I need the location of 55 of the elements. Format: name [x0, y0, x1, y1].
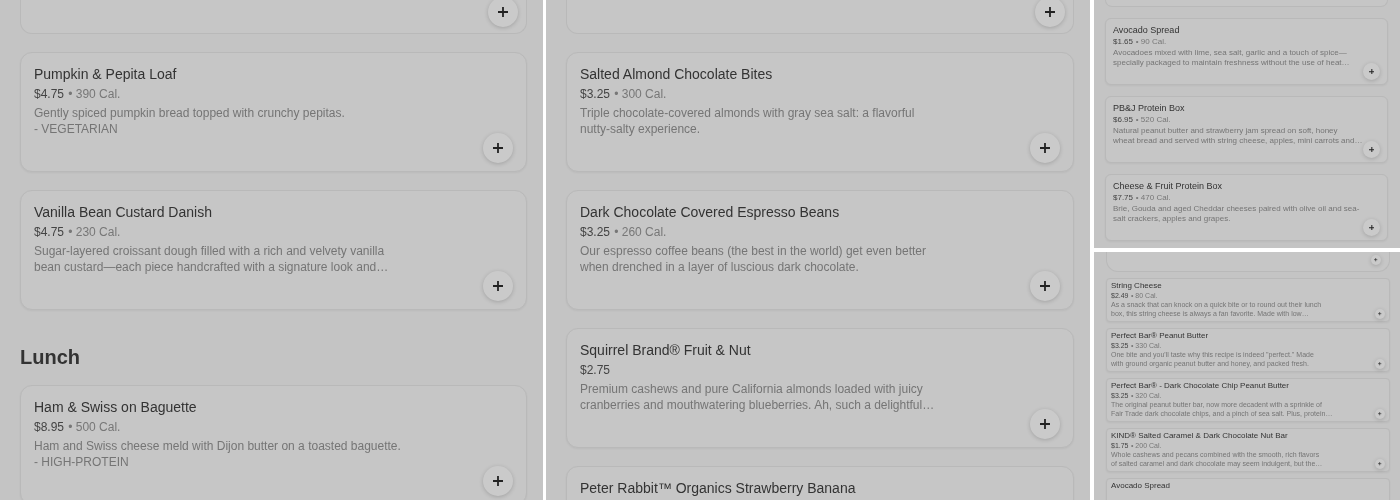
- item-title: Salted Almond Chocolate Bites: [580, 65, 774, 83]
- item-title: PB&J Protein Box: [1113, 102, 1186, 114]
- menu-item-card[interactable]: Dark Chocolate Covered Espresso Beans $3.25 • 260 Cal. Our espresso coffee beans (the best in the world) get even better when drenched in a layer of luscious dark chocolate.: [566, 190, 1074, 310]
- item-description: Natural peanut butter and strawberry jam spread on soft, honey wheat bread and served with string cheese, apples, mini carrots and…: [1113, 126, 1363, 146]
- section-heading: Lunch: [20, 347, 80, 367]
- item-price: $3.25: [580, 224, 611, 240]
- item-title: KIND® Salted Caramel & Dark Chocolate Nut Bar: [1111, 431, 1289, 441]
- item-title: Avocado Spread: [1113, 24, 1181, 36]
- item-calories: • 390 Cal.: [68, 86, 121, 102]
- item-description: Our espresso coffee beans (the best in the world) get even better when drenched in a layer of luscious dark chocolate.: [580, 243, 927, 275]
- menu-item-card[interactable]: PB&J Protein Box $6.95 • 520 Cal. Natural peanut butter and strawberry jam spread on soft, honey wheat bread and served with string cheese, apples, mini carrots and…: [1105, 96, 1388, 163]
- menu-item-card[interactable]: Salted Almond Chocolate Bites $3.25 • 300 Cal. Triple chocolate-covered almonds with gray sea salt: a flavorful nutty-salty experience.: [566, 52, 1074, 172]
- item-description: Ham and Swiss cheese meld with Dijon butter on a toasted baguette.: [34, 438, 402, 454]
- dietary-tag: - HIGH-PROTEIN: [34, 454, 483, 470]
- menu-item-card[interactable]: Squirrel Brand® Fruit & Nut $2.75 Premium cashews and pure California almonds loaded with juicy cranberries and mouthwatering blueberries. Ah, such a delightful…: [566, 328, 1074, 448]
- item-title: Cheese & Fruit Protein Box: [1113, 180, 1224, 192]
- menu-item-card[interactable]: Cheese & Fruit Protein Box $7.75 • 470 Cal. Brie, Gouda and aged Cheddar cheeses paired with olive oil and sea- salt crackers, apples and grapes.: [1105, 174, 1388, 241]
- item-description: Brie, Gouda and aged Cheddar cheeses paired with olive oil and sea- salt crackers, apples and grapes.: [1113, 204, 1361, 224]
- item-calories: • 470 Cal.: [1135, 193, 1171, 203]
- item-price: $2.75: [580, 362, 611, 378]
- item-price: $6.95: [1113, 115, 1134, 125]
- item-title: Perfect Bar® Peanut Butter: [1111, 331, 1210, 341]
- menu-item-card[interactable]: Avocado Spread $1.65 • 90 Cal. Avocadoes mixed with lime, sea salt, garlic and a touch of spice— specially packaged to maintain freshness without the use of heat…: [1105, 18, 1388, 85]
- menu-item-card[interactable]: Avocado Spread: [1106, 478, 1390, 500]
- menu-item-card[interactable]: Vanilla Bean Custard Danish $4.75 • 230 Cal. Sugar-layered croissant dough filled with a rich and velvety vanilla bean custard—each piece handcrafted with a signature look and…: [20, 190, 527, 310]
- item-calories: • 90 Cal.: [1135, 37, 1167, 47]
- dietary-tag: - VEGETARIAN: [34, 121, 483, 137]
- item-price: $4.75: [34, 86, 65, 102]
- item-price: $3.25: [580, 86, 611, 102]
- item-description: Gently spiced pumpkin bread topped with crunchy pepitas.: [34, 105, 346, 121]
- item-title: Vanilla Bean Custard Danish: [34, 203, 213, 221]
- item-description: Sugar-layered croissant dough filled with a rich and velvety vanilla bean custard—each piece handcrafted with a signature look and…: [34, 243, 390, 275]
- item-description: Triple chocolate-covered almonds with gray sea salt: a flavorful nutty-salty experience.: [580, 105, 916, 137]
- menu-item-card[interactable]: Ham & Swiss on Baguette $8.95 • 500 Cal. Ham and Swiss cheese meld with Dijon butter on a toasted baguette. - HIGH-PROTEIN: [20, 385, 527, 500]
- item-title: Avocado Spread: [1111, 481, 1171, 491]
- item-price: $1.65: [1113, 37, 1134, 47]
- menu-item-card[interactable]: Peter Rabbit™ Organics Strawberry Banana: [566, 466, 1074, 500]
- item-price: $8.95: [34, 419, 65, 435]
- item-description: Avocadoes mixed with lime, sea salt, garlic and a touch of spice— specially packaged to maintain freshness without the use of heat…: [1113, 48, 1351, 68]
- item-title: Perfect Bar® - Dark Chocolate Chip Peanut Butter: [1111, 381, 1290, 391]
- item-calories: • 260 Cal.: [614, 224, 667, 240]
- item-price: $7.75: [1113, 193, 1134, 203]
- item-title: Squirrel Brand® Fruit & Nut: [580, 341, 752, 359]
- item-price: $4.75: [34, 224, 65, 240]
- item-calories: • 520 Cal.: [1135, 115, 1171, 125]
- item-calories: • 300 Cal.: [614, 86, 667, 102]
- item-calories: • 230 Cal.: [68, 224, 121, 240]
- item-description: Premium cashews and pure California almonds loaded with juicy cranberries and mouthwatering blueberries. Ah, such a delightful…: [580, 381, 936, 413]
- menu-item-card[interactable]: Pumpkin & Pepita Loaf $4.75 • 390 Cal. Gently spiced pumpkin bread topped with crunchy pepitas. - VEGETARIAN: [20, 52, 527, 172]
- item-title: Ham & Swiss on Baguette: [34, 398, 198, 416]
- item-calories: • 500 Cal.: [68, 419, 121, 435]
- item-title: Peter Rabbit™ Organics Strawberry Banana: [580, 479, 857, 497]
- item-title: String Cheese: [1111, 281, 1163, 291]
- item-title: Pumpkin & Pepita Loaf: [34, 65, 178, 83]
- item-title: Dark Chocolate Covered Espresso Beans: [580, 203, 841, 221]
